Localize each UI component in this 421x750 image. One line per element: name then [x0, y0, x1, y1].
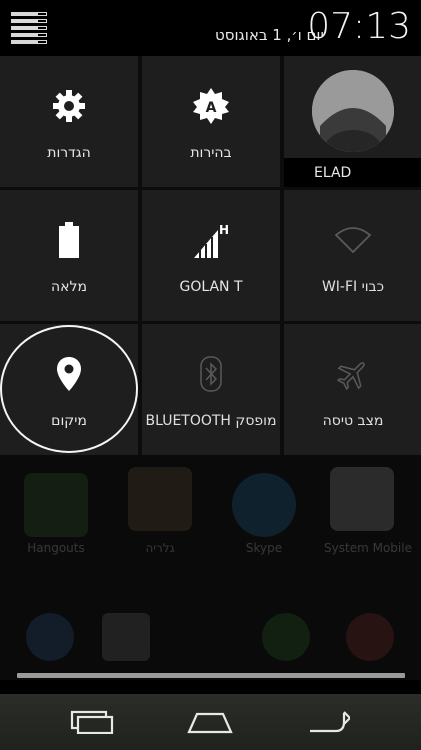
- tile-wifi[interactable]: WI-FI כבוי: [284, 190, 421, 321]
- tile-brightness-label: בהירות: [190, 145, 232, 161]
- app-label: System Mobile: [324, 541, 412, 555]
- tile-user[interactable]: ELAD: [284, 56, 421, 187]
- battery-icon: [0, 220, 138, 260]
- bluetooth-icon: [142, 354, 280, 394]
- gear-icon: [0, 86, 138, 126]
- quick-settings-grid: הגדרות A בהירות ELAD מלאה H GOLAN T WI-F…: [0, 56, 421, 455]
- airplane-icon: [284, 354, 421, 394]
- notifications-list-icon[interactable]: [11, 12, 47, 44]
- homescreen-background: Hangouts גלריה Skype System Mobile: [0, 455, 421, 680]
- app-label: Skype: [245, 541, 283, 555]
- user-name-bar: ELAD: [284, 158, 421, 187]
- tile-airplane-label: מצב טיסה: [322, 413, 384, 429]
- tile-airplane[interactable]: מצב טיסה: [284, 324, 421, 455]
- tile-location[interactable]: מיקום: [0, 324, 138, 455]
- tile-settings-label: הגדרות: [47, 145, 91, 161]
- navigation-bar: [0, 694, 421, 750]
- back-icon[interactable]: [298, 704, 358, 740]
- app-label: גלריה: [145, 541, 175, 555]
- tile-bluetooth[interactable]: BLUETOOTH מופסק: [142, 324, 280, 455]
- user-name: ELAD: [314, 165, 352, 181]
- chrome-icon: [346, 613, 394, 661]
- status-time: 07:13: [307, 6, 411, 47]
- tile-mobile-label: GOLAN T: [179, 279, 243, 295]
- tile-wifi-label: WI-FI כבוי: [321, 279, 385, 295]
- tile-settings[interactable]: הגדרות: [0, 56, 138, 187]
- tile-brightness[interactable]: A בהירות: [142, 56, 280, 187]
- drag-handle[interactable]: [17, 673, 405, 678]
- gallery-icon: [128, 467, 192, 531]
- dock-icon: [102, 613, 150, 661]
- system-icon: [330, 467, 394, 531]
- recent-apps-icon[interactable]: [62, 704, 122, 740]
- home-icon[interactable]: [180, 704, 240, 740]
- phone-icon: [262, 613, 310, 661]
- svg-text:A: A: [206, 100, 217, 116]
- tile-bluetooth-label: BLUETOOTH מופסק: [145, 413, 277, 429]
- network-type-badge: H: [219, 223, 228, 237]
- hangouts-icon: [24, 473, 88, 537]
- skype-icon: [232, 473, 296, 537]
- avatar: [312, 70, 394, 152]
- app-label: Hangouts: [27, 541, 85, 555]
- location-pin-icon: [0, 354, 138, 394]
- wifi-icon: [284, 220, 421, 260]
- tile-mobile-data[interactable]: H GOLAN T: [142, 190, 280, 321]
- tile-battery[interactable]: מלאה: [0, 190, 138, 321]
- signal-icon: H: [142, 220, 280, 260]
- redaction-block: [352, 165, 392, 181]
- tile-battery-label: מלאה: [51, 279, 87, 295]
- dock-icon: [26, 613, 74, 661]
- auto-brightness-icon: A: [142, 86, 280, 126]
- tile-location-label: מיקום: [51, 413, 87, 429]
- quick-settings-header: יום ו׳, 1 באוגוסט 07:13: [0, 0, 421, 56]
